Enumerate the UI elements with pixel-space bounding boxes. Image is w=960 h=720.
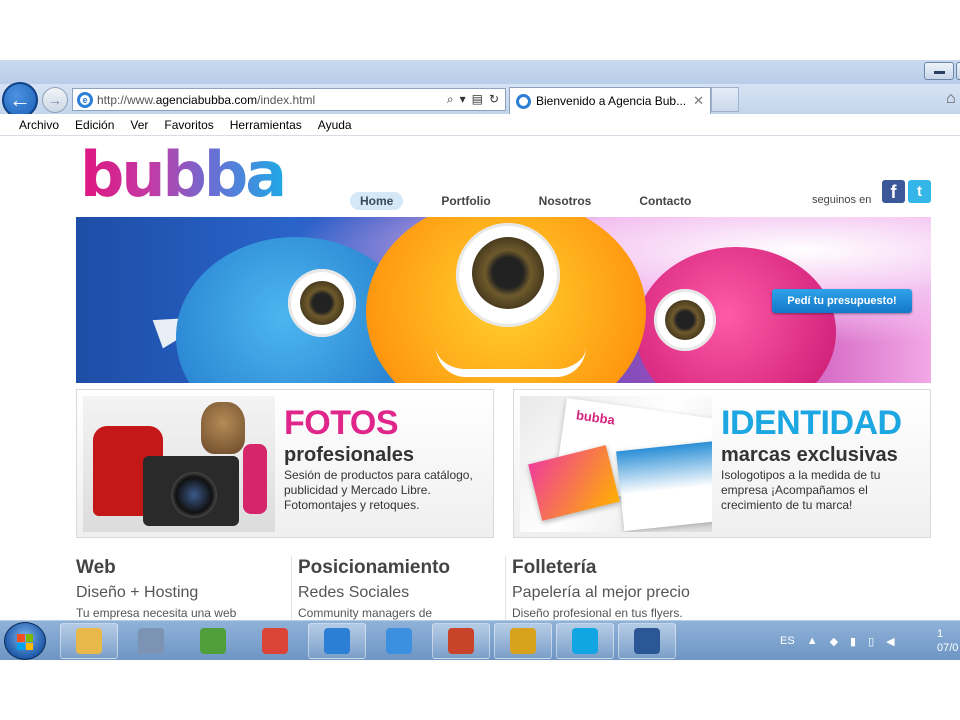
nav-nosotros[interactable]: Nosotros: [529, 192, 602, 210]
forward-button[interactable]: →: [42, 87, 68, 113]
folder-icon: [76, 628, 102, 654]
service-subtitle: Diseño + Hosting: [76, 584, 199, 601]
service-folleteria[interactable]: Folletería Papelería al mejor precio Dis…: [505, 556, 725, 626]
taskbar-app-button[interactable]: [246, 623, 304, 659]
taskbar-app-button[interactable]: [370, 623, 428, 659]
back-button[interactable]: ←: [2, 82, 38, 118]
taskbar-app-button[interactable]: [60, 623, 118, 659]
show-hidden-icons[interactable]: ▲: [807, 635, 818, 647]
nav-home[interactable]: Home: [350, 192, 404, 210]
users-icon: [200, 628, 226, 654]
service-subtitle: Papelería al mejor precio: [512, 584, 690, 601]
battery-icon[interactable]: ▯: [868, 635, 874, 648]
menu-herramientas[interactable]: Herramientas: [230, 118, 302, 132]
menu-ayuda[interactable]: Ayuda: [318, 118, 352, 132]
eye-illustration: [654, 289, 716, 351]
promo-title: FOTOS: [284, 404, 399, 442]
webpage: bubba Home Portfolio Nosotros Contacto s…: [0, 136, 960, 626]
promo-fotos[interactable]: FOTOS profesionales Sesión de productos …: [76, 389, 494, 538]
menu-edicion[interactable]: Edición: [75, 118, 114, 132]
taskbar-app-button[interactable]: [618, 623, 676, 659]
taskbar-app-button[interactable]: [494, 623, 552, 659]
product-photo-image: [83, 396, 275, 532]
taskbar-app-button[interactable]: [184, 623, 242, 659]
tab-favicon-icon: [516, 93, 531, 109]
mail-icon: [510, 628, 536, 654]
start-button[interactable]: [4, 622, 46, 660]
chrome-icon: [262, 628, 288, 654]
search-icon[interactable]: ⌕: [447, 92, 454, 107]
business-cards-image: bubba: [520, 396, 712, 532]
bubba-logo[interactable]: bubba: [80, 144, 287, 206]
dropbox-icon: [386, 628, 412, 654]
back-arrow-icon: ←: [9, 87, 31, 112]
service-description: Diseño profesional en tus flyers.: [512, 606, 683, 620]
browser-tab[interactable]: Bienvenido a Agencia Bub... ✕: [509, 87, 711, 114]
tab-close-icon[interactable]: ✕: [693, 93, 704, 109]
nav-portfolio[interactable]: Portfolio: [431, 192, 500, 210]
promo-identidad[interactable]: bubba IDENTIDAD marcas exclusivas Isolog…: [513, 389, 931, 538]
facebook-icon[interactable]: f: [882, 180, 905, 203]
presentation-icon: [448, 628, 474, 654]
hero-banner: Pedí tu presupuesto!: [76, 217, 931, 383]
promo-subtitle: profesionales: [284, 444, 415, 466]
service-description: Community managers de: [298, 606, 433, 620]
service-web[interactable]: Web Diseño + Hosting Tu empresa necesita…: [76, 556, 288, 626]
promo-description: Sesión de productos para catálogo, publi…: [284, 468, 473, 512]
window-titlebar: [0, 60, 960, 84]
skype-icon: [572, 628, 598, 654]
smile-illustration: [436, 347, 586, 377]
url-text: http://www.agenciabubba.com/index.html: [97, 92, 316, 107]
dropdown-icon[interactable]: ▾: [460, 92, 466, 107]
language-indicator[interactable]: ES: [780, 635, 795, 647]
screen: ← → e http://www.agenciabubba.com/index.…: [0, 60, 960, 660]
dropbox-tray-icon[interactable]: ◆: [830, 635, 838, 648]
clock[interactable]: 1 07/0: [937, 627, 958, 655]
menu-bar: Archivo Edición Ver Favoritos Herramient…: [0, 114, 960, 136]
taskbar-app-button[interactable]: [432, 623, 490, 659]
menu-favoritos[interactable]: Favoritos: [164, 118, 213, 132]
word-icon: [634, 628, 660, 654]
internet-explorer-icon: [324, 628, 350, 654]
minimize-button[interactable]: [924, 62, 954, 80]
compatibility-view-icon[interactable]: ▤: [472, 92, 483, 107]
new-tab-button[interactable]: [711, 87, 739, 112]
service-description: Tu empresa necesita una web: [76, 606, 237, 620]
maximize-button[interactable]: [956, 62, 960, 80]
network-icon[interactable]: ▮: [850, 635, 856, 648]
internet-explorer-icon: e: [77, 91, 93, 108]
forward-arrow-icon: →: [48, 92, 62, 108]
nav-contacto[interactable]: Contacto: [629, 192, 701, 210]
service-title: Folletería: [512, 557, 597, 578]
taskbar-app-button[interactable]: [122, 623, 180, 659]
taskbar: ES ▲ ◆ ▮ ▯ ◀ 1 07/0: [0, 620, 960, 660]
calculator-icon: [138, 628, 164, 654]
site-navigation: Home Portfolio Nosotros Contacto: [350, 192, 701, 210]
twitter-icon[interactable]: t: [908, 180, 931, 203]
service-title: Web: [76, 557, 116, 578]
taskbar-app-button[interactable]: [308, 623, 366, 659]
promo-title: IDENTIDAD: [721, 404, 902, 442]
service-posicionamiento[interactable]: Posicionamiento Redes Sociales Community…: [291, 556, 503, 626]
address-bar[interactable]: e http://www.agenciabubba.com/index.html…: [72, 88, 506, 111]
tab-title: Bienvenido a Agencia Bub...: [536, 94, 687, 108]
taskbar-app-button[interactable]: [556, 623, 614, 659]
promo-description: Isologotipos a la medida de tu empresa ¡…: [721, 468, 881, 512]
eye-illustration: [456, 223, 560, 327]
eye-illustration: [288, 269, 356, 337]
menu-ver[interactable]: Ver: [130, 118, 148, 132]
refresh-icon[interactable]: ↻: [489, 92, 499, 107]
menu-archivo[interactable]: Archivo: [19, 118, 59, 132]
service-title: Posicionamiento: [298, 557, 451, 578]
windows-logo-icon: [17, 634, 33, 650]
service-subtitle: Redes Sociales: [298, 584, 410, 601]
home-icon[interactable]: ⌂: [946, 90, 956, 108]
follow-us-label: seguinos en: [812, 194, 872, 206]
system-tray: ES ▲ ◆ ▮ ▯ ◀: [780, 621, 895, 660]
promo-subtitle: marcas exclusivas: [721, 444, 898, 466]
quote-request-button[interactable]: Pedí tu presupuesto!: [772, 289, 912, 313]
volume-muted-icon[interactable]: ◀: [886, 635, 894, 648]
